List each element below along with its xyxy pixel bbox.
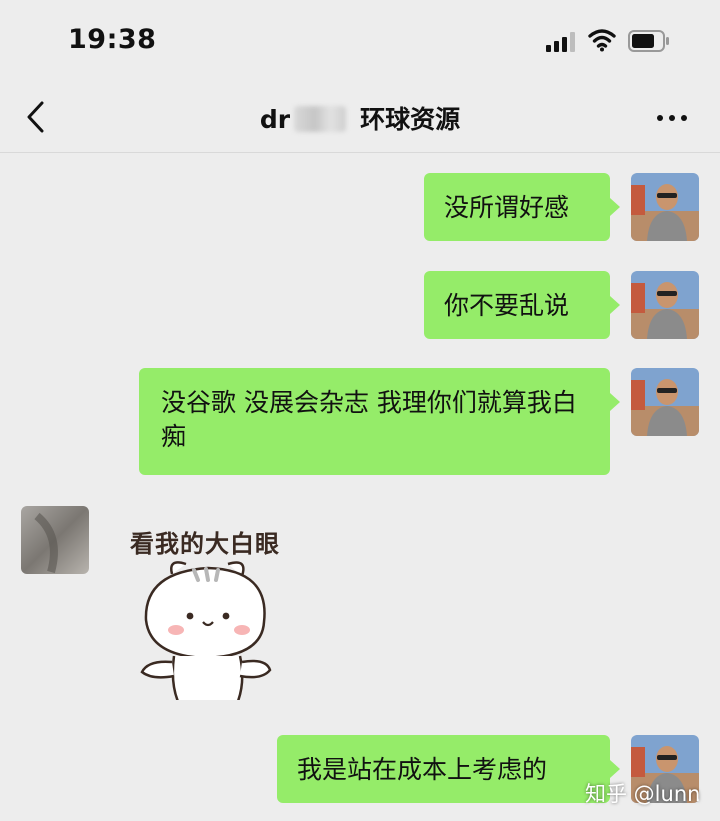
chat-title: dr 环球资源 [0, 100, 720, 136]
wifi-icon [588, 29, 616, 52]
my-avatar[interactable] [631, 368, 699, 436]
bubble-tail [610, 296, 620, 314]
blurred-name [294, 106, 347, 132]
cellular-signal-icon [546, 32, 578, 52]
status-time: 19:38 [68, 24, 157, 55]
avatar-photo-icon [631, 173, 699, 241]
chat-title-suffix: 环球资源 [360, 105, 461, 134]
bubble-tail [610, 760, 620, 778]
avatar-photo-icon [631, 271, 699, 339]
message-bubble-1[interactable]: 没所谓好感 [424, 173, 610, 241]
more-options-icon[interactable] [652, 104, 692, 128]
message-text-5: 我是站在成本上考虑的 [297, 755, 548, 784]
message-bubble-5[interactable]: 我是站在成本上考虑的 [277, 735, 610, 803]
contact-avatar-blurred-icon [21, 506, 89, 574]
message-bubble-2[interactable]: 你不要乱说 [424, 271, 610, 339]
message-bubble-3[interactable]: 没谷歌 没展会杂志 我理你们就算我白痴 [139, 368, 610, 475]
chat-title-prefix: dr [259, 105, 291, 134]
bubble-tail [610, 198, 620, 216]
watermark: 知乎 @lunn [585, 782, 701, 806]
contact-avatar[interactable] [21, 506, 89, 574]
chat-header: dr 环球资源 [0, 82, 720, 153]
avatar-photo-icon [631, 368, 699, 436]
message-text-1: 没所谓好感 [444, 193, 570, 222]
message-text-2: 你不要乱说 [444, 291, 570, 320]
message-text-3: 没谷歌 没展会杂志 我理你们就算我白痴 [161, 388, 577, 451]
bubble-tail [610, 393, 620, 411]
status-bar: 19:38 [0, 0, 720, 82]
cat-sticker-icon[interactable] [124, 520, 304, 700]
battery-icon [628, 30, 669, 52]
my-avatar[interactable] [631, 271, 699, 339]
my-avatar[interactable] [631, 173, 699, 241]
